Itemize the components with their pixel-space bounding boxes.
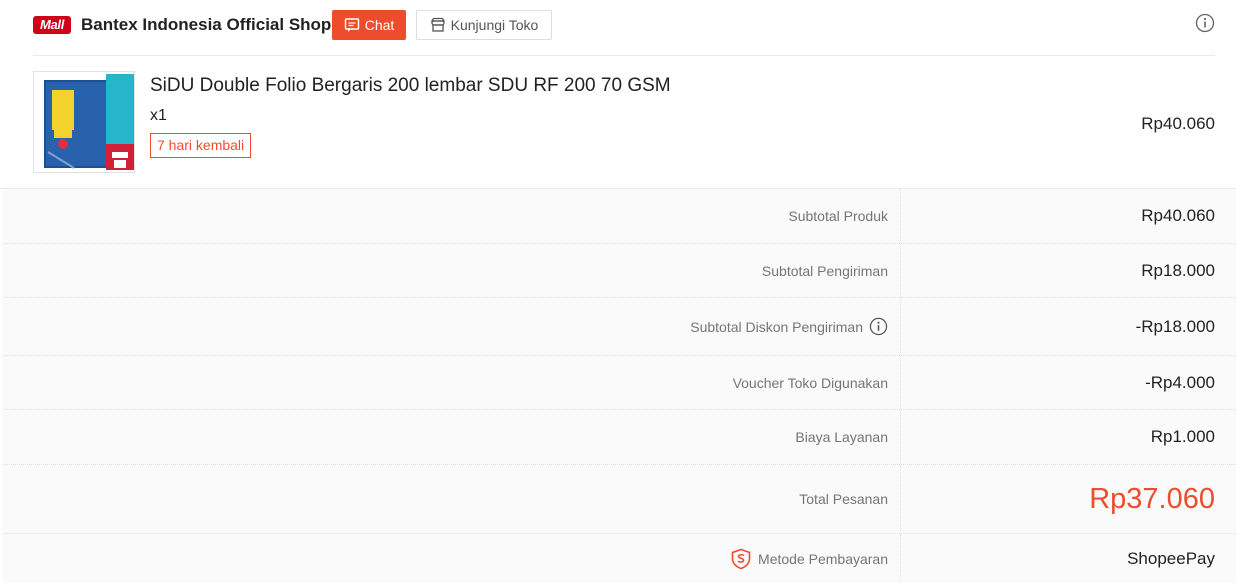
shopee-guarantee-icon [730,548,752,570]
summary-label: Subtotal Pengiriman [761,262,888,279]
return-policy-badge: 7 hari kembali [150,133,252,158]
summary-label: Voucher Toko Digunakan [732,374,888,391]
order-total-value: Rp37.060 [1089,482,1215,515]
summary-value: -Rp4.000 [1145,372,1215,392]
info-icon[interactable] [1195,13,1215,33]
product-quantity: x1 [150,107,167,124]
summary-label: Subtotal Diskon Pengiriman [690,318,863,335]
summary-value: -Rp18.000 [1135,316,1215,336]
summary-label: Subtotal Produk [788,208,888,224]
summary-row-subtotal-product: Subtotal Produk Rp40.060 [3,189,1236,244]
product-price: Rp40.060 [1141,114,1215,133]
visit-shop-button[interactable]: Kunjungi Toko [416,10,552,40]
chat-button[interactable]: Chat [332,10,406,40]
summary-value: Rp40.060 [1141,206,1215,225]
summary-row-shipping-discount: Subtotal Diskon Pengiriman -Rp18.000 [3,298,1236,356]
payment-method-value: ShopeePay [1127,549,1215,568]
summary-row-payment-method: Metode Pembayaran ShopeePay [3,534,1236,583]
summary-row-order-total: Total Pesanan Rp37.060 [3,465,1236,534]
product-item[interactable]: SiDU Double Folio Bergaris 200 lembar SD… [0,56,1236,188]
visit-shop-label: Kunjungi Toko [450,17,539,33]
shop-name[interactable]: Bantex Indonesia Official Shop [81,14,331,36]
product-image[interactable] [33,71,135,173]
summary-value: Rp18.000 [1141,260,1215,280]
product-title[interactable]: SiDU Double Folio Bergaris 200 lembar SD… [150,74,671,98]
order-summary: Subtotal Produk Rp40.060 Subtotal Pengir… [0,188,1236,583]
summary-row-subtotal-shipping: Subtotal Pengiriman Rp18.000 [3,244,1236,298]
summary-label: Total Pesanan [799,491,888,507]
summary-row-service-fee: Biaya Layanan Rp1.000 [3,410,1236,465]
summary-label: Biaya Layanan [795,429,888,445]
shop-header: Mall Bantex Indonesia Official Shop Chat… [0,0,1236,55]
chat-icon [344,17,360,33]
info-icon[interactable] [869,317,888,336]
summary-value: Rp1.000 [1150,427,1215,446]
summary-label: Metode Pembayaran [758,551,888,567]
summary-row-shop-voucher: Voucher Toko Digunakan -Rp4.000 [3,356,1236,410]
chat-label: Chat [364,17,395,33]
mall-badge: Mall [33,16,71,34]
shop-icon [430,17,446,33]
